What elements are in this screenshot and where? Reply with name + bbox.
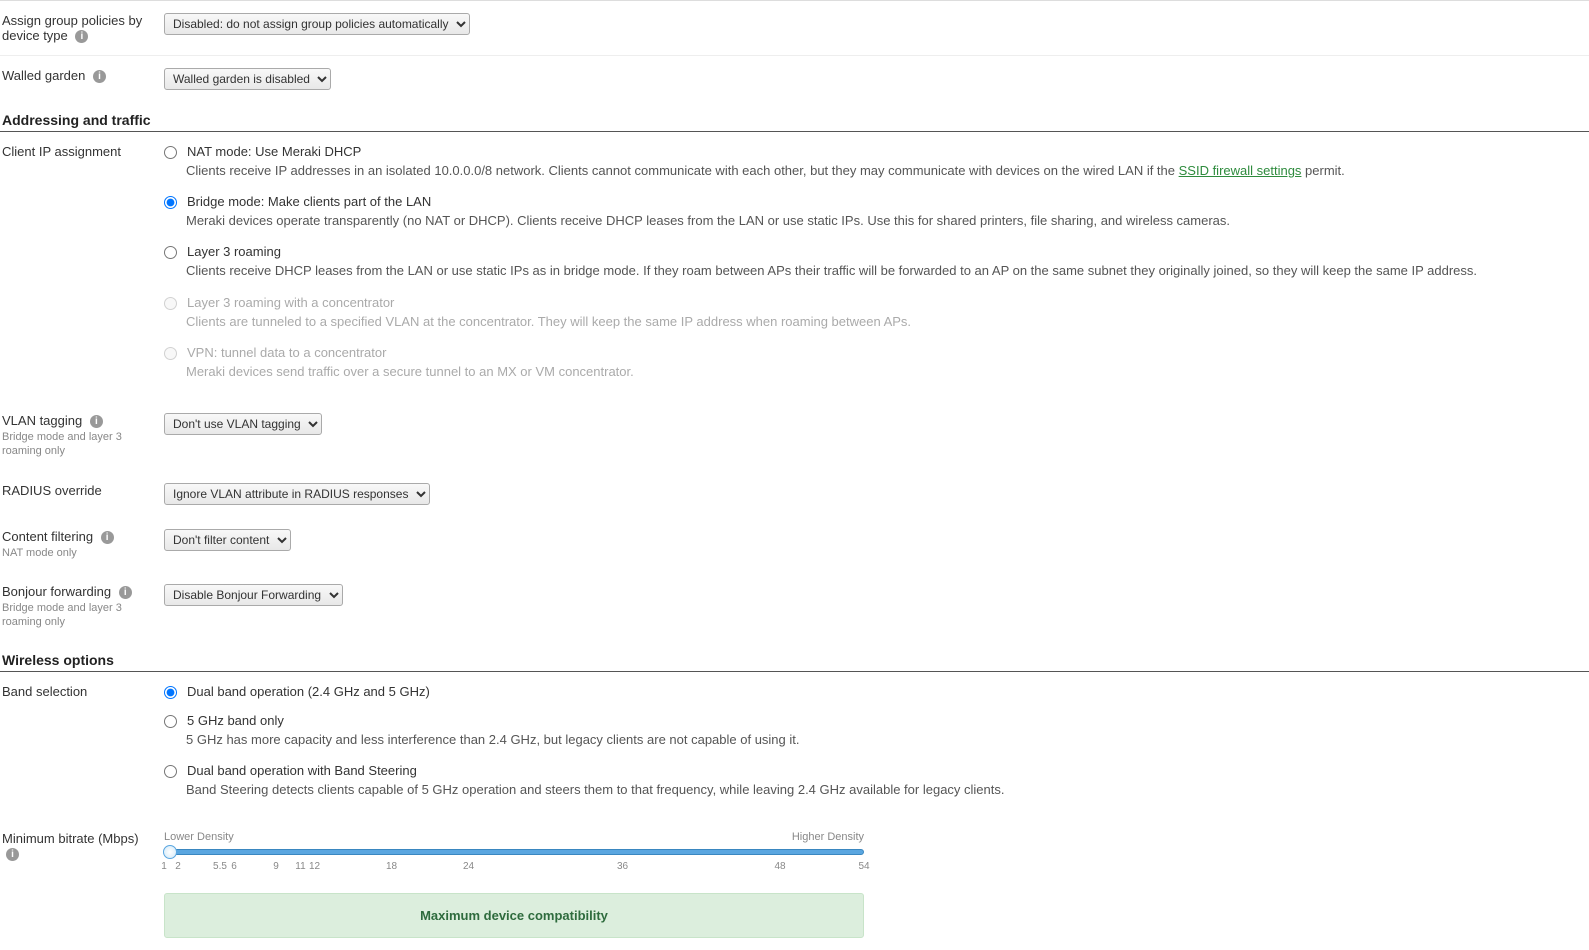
radio-input [164, 297, 177, 310]
radio-input[interactable] [164, 686, 177, 699]
radio-band-1: 5 GHz band only 5 GHz has more capacity a… [164, 713, 1587, 749]
ssid-firewall-link[interactable]: SSID firewall settings [1179, 163, 1302, 178]
slider-label-lower: Lower Density [164, 831, 234, 843]
radio-band-0: Dual band operation (2.4 GHz and 5 GHz) [164, 684, 1587, 699]
tick-1: 1 [161, 861, 167, 872]
label-content-filtering: Content filtering i NAT mode only [2, 529, 164, 560]
label-radius-override: RADIUS override [2, 483, 164, 498]
radio-client-ip-4: VPN: tunnel data to a concentrator Meraki… [164, 345, 1587, 381]
radio-desc: Clients receive DHCP leases from the LAN… [186, 262, 1587, 280]
section-addressing: Addressing and traffic [0, 106, 1589, 132]
info-icon[interactable]: i [119, 586, 132, 599]
tick-9: 9 [273, 861, 279, 872]
select-content-filtering[interactable]: Don't filter content [164, 529, 291, 551]
slider-ticks: 125.56911121824364854 [164, 861, 864, 875]
label-text: VLAN tagging [2, 413, 82, 428]
select-walled-garden[interactable]: Walled garden is disabled [164, 68, 331, 90]
radio-desc: Band Steering detects clients capable of… [186, 781, 1587, 799]
label-text: Content filtering [2, 529, 93, 544]
label-text: Minimum bitrate (Mbps) [2, 831, 139, 846]
radio-title: VPN: tunnel data to a concentrator [187, 345, 386, 360]
radio-title: NAT mode: Use Meraki DHCP [187, 144, 361, 159]
label-walled-garden: Walled garden i [2, 68, 164, 83]
label-text: Bonjour forwarding [2, 584, 111, 599]
tick-12: 12 [309, 861, 320, 872]
radio-title: Dual band operation (2.4 GHz and 5 GHz) [187, 684, 430, 699]
radio-desc: Clients receive IP addresses in an isola… [186, 162, 1587, 180]
radio-desc: Clients are tunneled to a specified VLAN… [186, 313, 1587, 331]
row-client-ip: Client IP assignment NAT mode: Use Merak… [0, 132, 1589, 401]
row-vlan-tagging: VLAN tagging i Bridge mode and layer 3 r… [0, 401, 1589, 471]
select-vlan-tagging[interactable]: Don't use VLAN tagging [164, 413, 322, 435]
section-wireless: Wireless options [0, 646, 1589, 672]
sublabel: NAT mode only [2, 546, 154, 560]
label-client-ip: Client IP assignment [2, 144, 164, 159]
tick-54: 54 [858, 861, 869, 872]
select-radius-override[interactable]: Ignore VLAN attribute in RADIUS response… [164, 483, 430, 505]
radio-desc: Meraki devices send traffic over a secur… [186, 363, 1587, 381]
row-group-policies: Assign group policies by device type i D… [0, 1, 1589, 56]
info-icon[interactable]: i [75, 30, 88, 43]
tick-11: 11 [295, 861, 305, 872]
label-vlan-tagging: VLAN tagging i Bridge mode and layer 3 r… [2, 413, 164, 459]
radio-band-2: Dual band operation with Band Steering Ba… [164, 763, 1587, 799]
radio-input[interactable] [164, 246, 177, 259]
radio-client-ip-2: Layer 3 roaming Clients receive DHCP leas… [164, 244, 1587, 280]
info-icon[interactable]: i [101, 531, 114, 544]
label-bitrate: Minimum bitrate (Mbps) i [2, 831, 164, 861]
radio-title: Layer 3 roaming [187, 244, 281, 259]
tick-6: 6 [231, 861, 237, 872]
radio-client-ip-0: NAT mode: Use Meraki DHCP Clients receive… [164, 144, 1587, 180]
radio-title: Bridge mode: Make clients part of the LA… [187, 194, 431, 209]
tick-5.5: 5.5 [213, 861, 227, 872]
radio-desc: 5 GHz has more capacity and less interfe… [186, 731, 1587, 749]
info-icon[interactable]: i [90, 415, 103, 428]
tick-48: 48 [774, 861, 785, 872]
radio-input[interactable] [164, 196, 177, 209]
label-text: Assign group policies by device type [2, 13, 142, 43]
radio-client-ip-1: Bridge mode: Make clients part of the LA… [164, 194, 1587, 230]
radio-title: Dual band operation with Band Steering [187, 763, 417, 778]
radio-title: Layer 3 roaming with a concentrator [187, 295, 394, 310]
tick-18: 18 [386, 861, 397, 872]
row-bitrate: Minimum bitrate (Mbps) i Lower Density H… [0, 819, 1589, 950]
compat-banner: Maximum device compatibility [164, 893, 864, 938]
sublabel: Bridge mode and layer 3 roaming only [2, 430, 154, 459]
radio-input [164, 347, 177, 360]
radio-desc: Meraki devices operate transparently (no… [186, 212, 1587, 230]
select-group-policies[interactable]: Disabled: do not assign group policies a… [164, 13, 470, 35]
tick-24: 24 [463, 861, 474, 872]
row-content-filtering: Content filtering i NAT mode only Don't … [0, 517, 1589, 572]
tick-2: 2 [175, 861, 181, 872]
slider-thumb[interactable] [163, 845, 177, 859]
radio-input[interactable] [164, 146, 177, 159]
row-band-selection: Band selection Dual band operation (2.4 … [0, 672, 1589, 819]
sublabel: Bridge mode and layer 3 roaming only [2, 601, 154, 630]
bitrate-slider[interactable]: Lower Density Higher Density 125.5691112… [164, 831, 864, 875]
label-bonjour: Bonjour forwarding i Bridge mode and lay… [2, 584, 164, 630]
info-icon[interactable]: i [93, 70, 106, 83]
select-bonjour[interactable]: Disable Bonjour Forwarding [164, 584, 343, 606]
radio-input[interactable] [164, 765, 177, 778]
radio-title: 5 GHz band only [187, 713, 284, 728]
radio-client-ip-3: Layer 3 roaming with a concentrator Clien… [164, 295, 1587, 331]
label-band-selection: Band selection [2, 684, 164, 699]
row-radius-override: RADIUS override Ignore VLAN attribute in… [0, 471, 1589, 517]
radio-input[interactable] [164, 715, 177, 728]
label-group-policies: Assign group policies by device type i [2, 13, 164, 43]
tick-36: 36 [617, 861, 628, 872]
label-text: Walled garden [2, 68, 85, 83]
slider-track[interactable] [164, 849, 864, 855]
slider-label-higher: Higher Density [792, 831, 864, 843]
row-walled-garden: Walled garden i Walled garden is disable… [0, 56, 1589, 102]
info-icon[interactable]: i [6, 848, 19, 861]
row-bonjour: Bonjour forwarding i Bridge mode and lay… [0, 572, 1589, 642]
